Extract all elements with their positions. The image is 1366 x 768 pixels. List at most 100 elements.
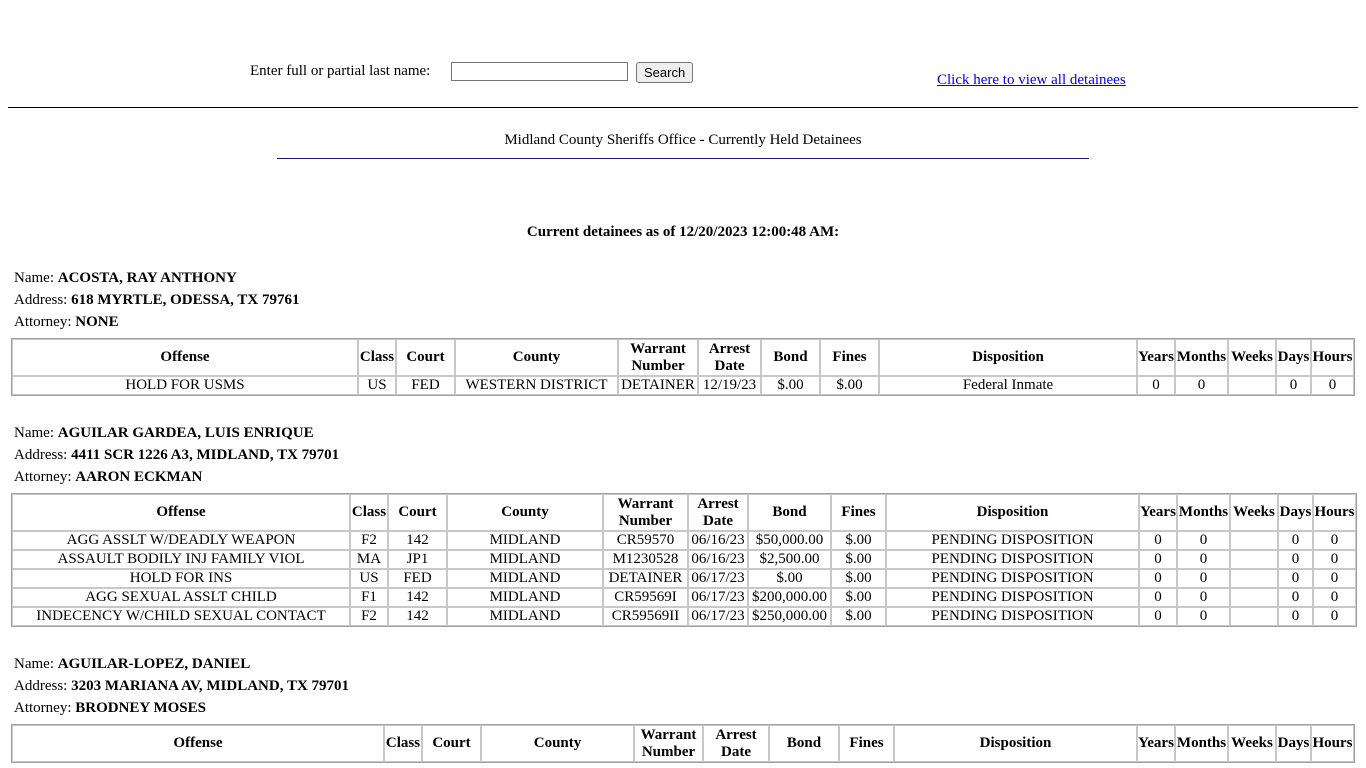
cell-bond: $.00 [748,569,831,588]
detainee-attorney-line: Attorney: NONE [14,314,119,330]
column-header-warrant-number: Warrant Number [634,725,703,762]
cell-disposition: PENDING DISPOSITION [886,550,1139,569]
detainee-record: Name: AGUILAR-LOPEZ, DANIEL Address: 320… [11,653,1355,763]
view-all-detainees-link[interactable]: Click here to view all detainees [937,72,1126,89]
column-header-class: Class [350,494,388,531]
cell-weeks [1230,588,1278,607]
cell-warrant-number: M1230528 [603,550,688,569]
cell-arrest-date: 06/16/23 [688,531,748,550]
cell-days: 0 [1278,550,1313,569]
detainee-address-line: Address: 618 MYRTLE, ODESSA, TX 79761 [14,292,300,308]
cell-court: 142 [388,531,447,550]
charges-table: Offense Class Court County Warrant Number Arr… [11,724,1355,763]
page-title: Midland County Sheriffs Office - Current… [504,132,862,148]
cell-warrant-number: CR59569I [603,588,688,607]
column-header-disposition: Disposition [886,494,1139,531]
column-header-warrant-number: Warrant Number [618,339,698,376]
current-as-of-heading: Current detainees as of 12/20/2023 12:00… [526,224,840,240]
cell-county: WESTERN DISTRICT [455,376,618,395]
column-header-disposition: Disposition [894,725,1137,762]
cell-fines: $.00 [831,588,886,607]
cell-arrest-date: 12/19/23 [698,376,761,395]
cell-years: 0 [1139,607,1177,626]
column-header-hours: Hours [1311,725,1354,762]
detainee-address-line: Address: 4411 SCR 1226 A3, MIDLAND, TX 7… [14,447,340,463]
column-header-class: Class [384,725,422,762]
cell-bond: $.00 [761,376,820,395]
cell-weeks [1230,607,1278,626]
cell-arrest-date: 06/17/23 [688,607,748,626]
detainee-attorney: NONE [75,314,119,330]
cell-hours: 0 [1313,569,1356,588]
cell-disposition: PENDING DISPOSITION [886,607,1139,626]
charges-table: Offense Class Court County Warrant Number Arr… [11,493,1357,627]
cell-fines: $.00 [831,550,886,569]
cell-months: 0 [1177,550,1230,569]
charges-header-row: Offense Class Court County Warrant Number Arr… [12,725,1354,762]
column-header-class: Class [358,339,396,376]
cell-court: FED [388,569,447,588]
column-header-fines: Fines [831,494,886,531]
cell-arrest-date: 06/17/23 [688,588,748,607]
column-header-court: Court [396,339,455,376]
detainee-name: ACOSTA, RAY ANTHONY [57,270,237,286]
detainee-address: 618 MYRTLE, ODESSA, TX 79761 [71,292,300,308]
detainee-address: 3203 MARIANA AV, MIDLAND, TX 79701 [71,678,350,694]
search-label: Enter full or partial last name: [250,63,431,79]
cell-hours: 0 [1313,531,1356,550]
cell-bond: $250,000.00 [748,607,831,626]
cell-fines: $.00 [831,569,886,588]
column-header-arrest-date: Arrest Date [688,494,748,531]
cell-arrest-date: 06/17/23 [688,569,748,588]
cell-offense: HOLD FOR INS [12,569,350,588]
cell-days: 0 [1278,588,1313,607]
detainee-attorney-line: Attorney: AARON ECKMAN [14,469,203,485]
cell-court: JP1 [388,550,447,569]
cell-years: 0 [1139,550,1177,569]
column-header-weeks: Weeks [1228,725,1276,762]
cell-warrant-number: CR59569II [603,607,688,626]
column-header-court: Court [388,494,447,531]
cell-years: 0 [1137,376,1175,395]
cell-months: 0 [1175,376,1228,395]
column-header-warrant-number: Warrant Number [603,494,688,531]
column-header-bond: Bond [769,725,839,762]
cell-county: MIDLAND [447,607,603,626]
table-row: INDECENCY W/CHILD SEXUAL CONTACT F2 142 MID… [12,607,1356,626]
charges-table: Offense Class Court County Warrant Number Arr… [11,338,1355,396]
cell-warrant-number: CR59570 [603,531,688,550]
cell-disposition: PENDING DISPOSITION [886,531,1139,550]
charges-header-row: Offense Class Court County Warrant Number Arr… [12,494,1356,531]
table-row: AGG ASSLT W/DEADLY WEAPON F2 142 MIDLAND CR5… [12,531,1356,550]
detainee-name-line: Name: AGUILAR-LOPEZ, DANIEL [14,656,251,672]
column-header-years: Years [1139,494,1177,531]
column-header-days: Days [1278,494,1313,531]
column-header-county: County [447,494,603,531]
cell-weeks [1228,376,1276,395]
cell-county: MIDLAND [447,569,603,588]
cell-warrant-number: DETAINER [603,569,688,588]
table-row: AGG SEXUAL ASSLT CHILD F1 142 MIDLAND CR5956… [12,588,1356,607]
cell-hours: 0 [1313,607,1356,626]
cell-disposition: PENDING DISPOSITION [886,588,1139,607]
column-header-years: Years [1137,725,1175,762]
last-name-search-input[interactable] [451,62,628,81]
search-bar: Enter full or partial last name: Search … [0,60,1366,90]
detainee-attorney: AARON ECKMAN [75,469,203,485]
column-header-days: Days [1276,339,1311,376]
detainee-address: 4411 SCR 1226 A3, MIDLAND, TX 79701 [71,447,340,463]
detainee-name: AGUILAR-LOPEZ, DANIEL [57,656,251,672]
cell-warrant-number: DETAINER [618,376,698,395]
cell-court: 142 [388,607,447,626]
cell-class: US [350,569,388,588]
column-header-offense: Offense [12,339,358,376]
detainee-name: AGUILAR GARDEA, LUIS ENRIQUE [57,425,314,441]
search-button[interactable]: Search [636,62,694,83]
cell-county: MIDLAND [447,531,603,550]
cell-bond: $2,500.00 [748,550,831,569]
cell-days: 0 [1278,607,1313,626]
cell-months: 0 [1177,607,1230,626]
detainee-attorney-line: Attorney: BRODNEY MOSES [14,700,206,716]
cell-weeks [1230,550,1278,569]
column-header-bond: Bond [761,339,820,376]
